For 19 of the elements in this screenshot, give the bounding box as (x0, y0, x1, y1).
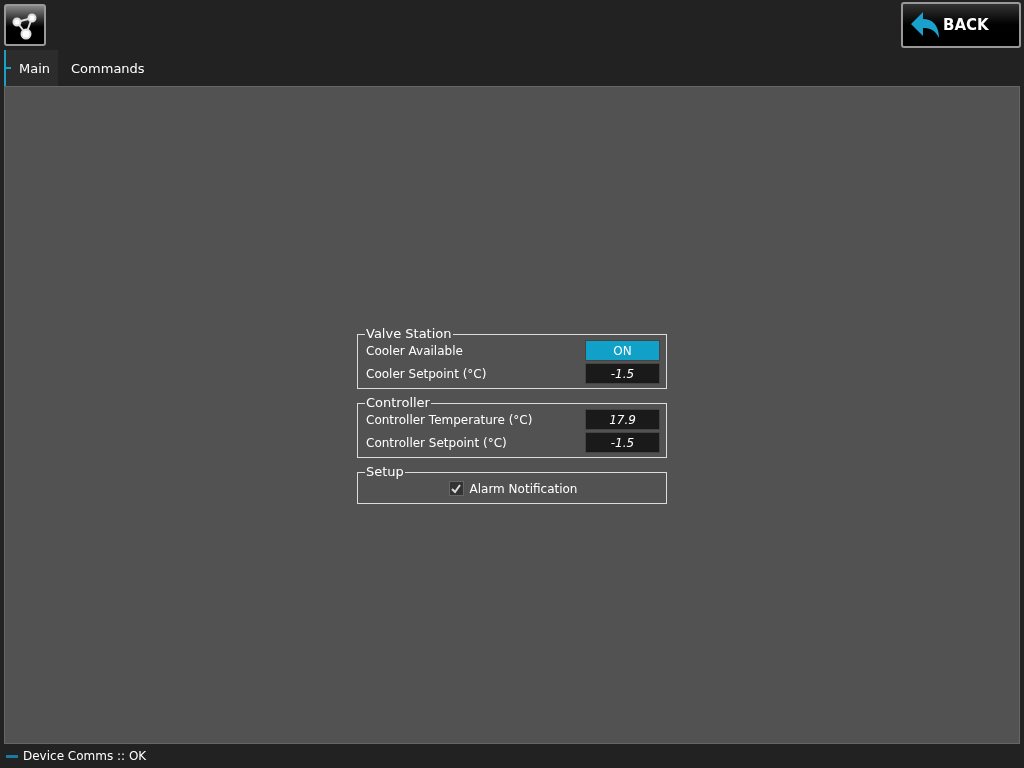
network-button[interactable] (4, 4, 46, 46)
value-display: -1.5 (585, 363, 660, 384)
group-title: Valve Station (365, 328, 453, 340)
tab[interactable]: Main (4, 50, 59, 86)
tab[interactable]: Commands (58, 50, 153, 86)
value-display: -1.5 (585, 432, 660, 453)
checkbox-label: Alarm Notification (469, 481, 578, 496)
field-label: Cooler Available (366, 343, 463, 358)
checkbox[interactable] (448, 481, 464, 496)
value-display: 17.9 (585, 409, 660, 430)
field-label: Controller Setpoint (°C) (366, 435, 507, 450)
status-indicator (6, 754, 18, 758)
field-label: Cooler Setpoint (°C) (366, 366, 487, 381)
group-title: Setup (365, 466, 405, 478)
group-title: Controller (365, 397, 431, 409)
status-text: Device Comms :: OK (23, 749, 147, 763)
field-label: Controller Temperature (°C) (366, 412, 533, 427)
back-arrow-icon (909, 10, 941, 40)
back-button[interactable]: BACK (901, 2, 1021, 48)
